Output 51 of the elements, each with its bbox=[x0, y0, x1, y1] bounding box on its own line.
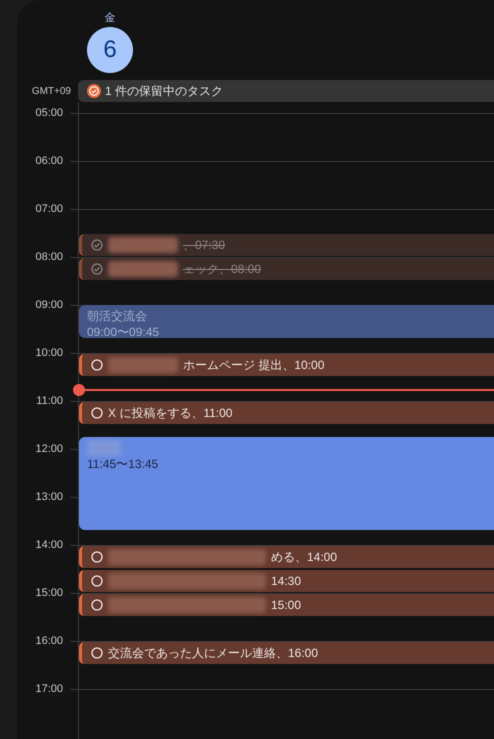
event-time: 09:00〜09:45 bbox=[87, 324, 160, 340]
task-chip[interactable]: 15:00 bbox=[79, 594, 494, 616]
task-title: める、14:00 bbox=[271, 549, 338, 566]
hour-label: 08:00 bbox=[35, 250, 63, 264]
task-chip[interactable]: ェック、08:00 bbox=[79, 258, 494, 280]
weekday-label: 金 bbox=[104, 11, 116, 26]
task-chip[interactable]: 14:30 bbox=[79, 570, 494, 592]
task-title: 15:00 bbox=[271, 597, 302, 614]
hour-label: 11:00 bbox=[36, 394, 63, 408]
timezone-label: GMT+09 bbox=[30, 84, 71, 98]
hour-label: 09:00 bbox=[35, 298, 63, 312]
hour-label: 16:00 bbox=[35, 634, 63, 648]
event-card[interactable]: 11:45〜13:45 bbox=[79, 437, 494, 530]
circle-icon bbox=[91, 359, 103, 371]
task-check-icon bbox=[87, 84, 101, 98]
task-title: 、07:30 bbox=[183, 237, 226, 254]
event-title: 朝活交流会 bbox=[87, 308, 147, 324]
task-title: 交流会であった人にメール連絡、16:00 bbox=[108, 645, 318, 662]
redacted-text bbox=[87, 440, 121, 456]
hour-label: 13:00 bbox=[35, 490, 63, 504]
check-circle-icon bbox=[91, 263, 103, 275]
circle-icon bbox=[91, 575, 103, 587]
circle-icon bbox=[91, 551, 103, 563]
redacted-text bbox=[108, 357, 178, 373]
task-title: 14:30 bbox=[271, 573, 302, 590]
hour-label: 06:00 bbox=[35, 154, 63, 168]
hour-label: 07:00 bbox=[35, 202, 63, 216]
pending-tasks-label: 1 件の保留中のタスク bbox=[105, 83, 224, 100]
redacted-text bbox=[108, 261, 178, 277]
task-chip[interactable]: ホームページ 提出、10:00 bbox=[79, 354, 494, 376]
circle-icon bbox=[91, 407, 103, 419]
task-chip[interactable]: X に投稿をする、11:00 bbox=[79, 402, 494, 424]
hour-label: 17:00 bbox=[35, 682, 63, 696]
hour-label: 10:00 bbox=[35, 346, 63, 360]
circle-icon bbox=[91, 647, 103, 659]
check-circle-icon bbox=[91, 239, 103, 251]
hour-label: 05:00 bbox=[35, 106, 63, 120]
task-title: ェック、08:00 bbox=[183, 261, 262, 278]
date-button[interactable]: 6 bbox=[87, 27, 133, 73]
hour-label: 15:00 bbox=[35, 586, 63, 600]
task-title: X に投稿をする、11:00 bbox=[108, 405, 232, 422]
task-title: ホームページ 提出、10:00 bbox=[183, 357, 324, 374]
hour-label: 12:00 bbox=[35, 442, 63, 456]
task-chip[interactable]: める、14:00 bbox=[79, 546, 494, 568]
event-time: 11:45〜13:45 bbox=[87, 456, 158, 472]
hour-label: 14:00 bbox=[35, 538, 63, 552]
redacted-text bbox=[108, 237, 178, 253]
circle-icon bbox=[91, 599, 103, 611]
task-chip[interactable]: 、07:30 bbox=[79, 234, 494, 256]
pending-tasks-bar[interactable]: 1 件の保留中のタスク bbox=[78, 80, 494, 102]
task-chip[interactable]: 交流会であった人にメール連絡、16:00 bbox=[79, 642, 494, 664]
